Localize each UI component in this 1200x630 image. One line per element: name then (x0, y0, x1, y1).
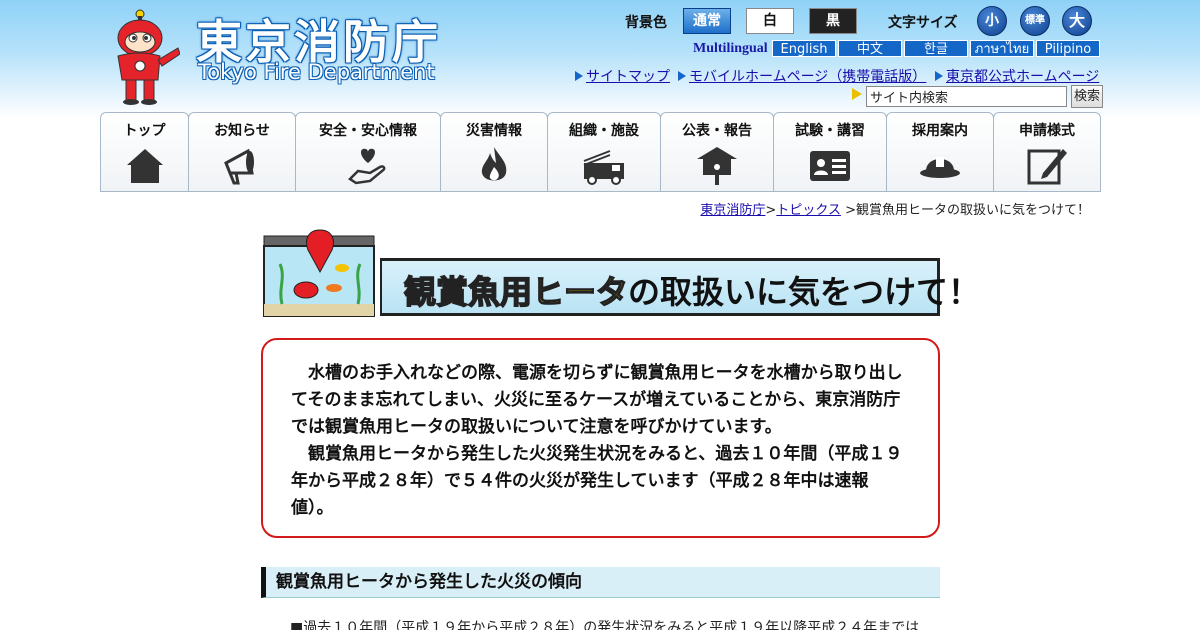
notice-board-icon (697, 147, 737, 185)
font-standard-button[interactable]: 標準 (1020, 6, 1050, 36)
page-title-highlight: 観賞魚用ヒータ (403, 272, 629, 312)
bg-black-button[interactable]: 黒 (809, 8, 857, 34)
search-arrow-icon (852, 88, 862, 100)
nav-item-label: 採用案内 (912, 123, 968, 139)
arrow-right-icon (678, 71, 686, 81)
section-heading: 観賞魚用ヒータから発生した火災の傾向 (261, 567, 940, 598)
lang-thai-button[interactable]: ภาษาไทย (970, 40, 1034, 57)
arrow-right-icon (935, 71, 943, 81)
nav-item-safety[interactable]: 安全・安心情報 (295, 112, 441, 192)
section-first-line: ■過去１０年間（平成１９年から平成２８年）の発生状況をみると平成１９年以降平成２… (290, 620, 920, 630)
font-small-button[interactable]: 小 (977, 6, 1007, 36)
id-card-icon (810, 151, 850, 181)
page-title-banner: 観賞魚用ヒータの取扱いに気をつけて！ (380, 258, 980, 316)
breadcrumb-current: >観賞魚用ヒータの取扱いに気をつけて！ (845, 203, 1090, 218)
aquarium-heater-illustration (263, 229, 375, 317)
notice-paragraph-1: 水槽のお手入れなどの際、電源を切らずに観賞魚用ヒータを水槽から取り出してそのまま… (291, 363, 903, 437)
lang-filipino-button[interactable]: Pilipino (1036, 40, 1100, 57)
nav-item-forms[interactable]: 申請様式 (993, 112, 1101, 192)
search-button[interactable]: 検索 (1071, 85, 1103, 108)
mascot-icon[interactable] (100, 4, 180, 106)
nav-item-exams[interactable]: 試験・講習 (773, 112, 887, 192)
arrow-right-icon (575, 71, 583, 81)
breadcrumb-topics-link[interactable]: トピックス (776, 203, 841, 218)
global-nav: トップ お知らせ 安全・安心情報 災害情報 組織・施設 公表・報告 試験・講習 … (100, 112, 1101, 192)
megaphone-icon (224, 148, 254, 185)
nav-item-label: 申請様式 (1019, 123, 1075, 139)
form-edit-icon (1027, 149, 1067, 185)
nav-item-label: 災害情報 (466, 123, 522, 139)
nav-item-label: お知らせ (214, 123, 270, 139)
nav-item-organization[interactable]: 組織・施設 (547, 112, 661, 192)
breadcrumb-home-link[interactable]: 東京消防庁 (700, 203, 765, 218)
fire-truck-icon (583, 150, 624, 185)
notice-box: 水槽のお手入れなどの際、電源を切らずに観賞魚用ヒータを水槽から取り出してそのまま… (261, 338, 940, 538)
breadcrumb: 東京消防庁>トピックス >観賞魚用ヒータの取扱いに気をつけて！ (700, 199, 1090, 218)
font-size-label: 文字サイズ (888, 15, 958, 31)
page-title: 観賞魚用ヒータの取扱いに気をつけて！ (403, 267, 981, 313)
page-title-rest: の取扱いに気をつけて！ (628, 273, 981, 311)
nav-item-news[interactable]: お知らせ (188, 112, 296, 192)
flame-icon (481, 147, 507, 181)
nav-item-disaster[interactable]: 災害情報 (440, 112, 548, 192)
notice-paragraph-2: 観賞魚用ヒータから発生した火災発生状況をみると、過去１０年間（平成１９年から平成… (291, 444, 903, 518)
sitemap-link[interactable]: サイトマップ (586, 66, 670, 86)
nav-item-label: トップ (123, 123, 166, 139)
firefighter-helmet-icon (920, 157, 960, 178)
lang-korean-button[interactable]: 한글 (904, 40, 968, 57)
nav-item-publications[interactable]: 公表・報告 (660, 112, 774, 192)
nav-item-recruitment[interactable]: 採用案内 (886, 112, 994, 192)
font-large-button[interactable]: 大 (1062, 6, 1092, 36)
nav-item-label: 公表・報告 (682, 123, 752, 139)
breadcrumb-separator: > (765, 203, 777, 218)
nav-item-top[interactable]: トップ (100, 112, 189, 192)
multilingual-label: Multilingual (693, 41, 768, 56)
heart-hand-icon (348, 148, 386, 185)
bg-normal-button[interactable]: 通常 (683, 8, 731, 34)
tokyo-gov-link[interactable]: 東京都公式ホームページ (946, 66, 1099, 86)
nav-item-label: 試験・講習 (795, 123, 865, 139)
lang-english-button[interactable]: English (772, 40, 836, 57)
lang-chinese-button[interactable]: 中文 (838, 40, 902, 57)
site-logo-english[interactable]: Tokyo Fire Department (198, 60, 435, 84)
mobile-site-link[interactable]: モバイルホームページ（携帯電話版） (689, 66, 926, 86)
bg-white-button[interactable]: 白 (746, 8, 794, 34)
bg-color-label: 背景色 (625, 15, 667, 31)
nav-item-label: 安全・安心情報 (319, 123, 417, 139)
search-input[interactable] (866, 86, 1067, 107)
nav-item-label: 組織・施設 (569, 123, 639, 139)
house-icon (126, 149, 163, 183)
